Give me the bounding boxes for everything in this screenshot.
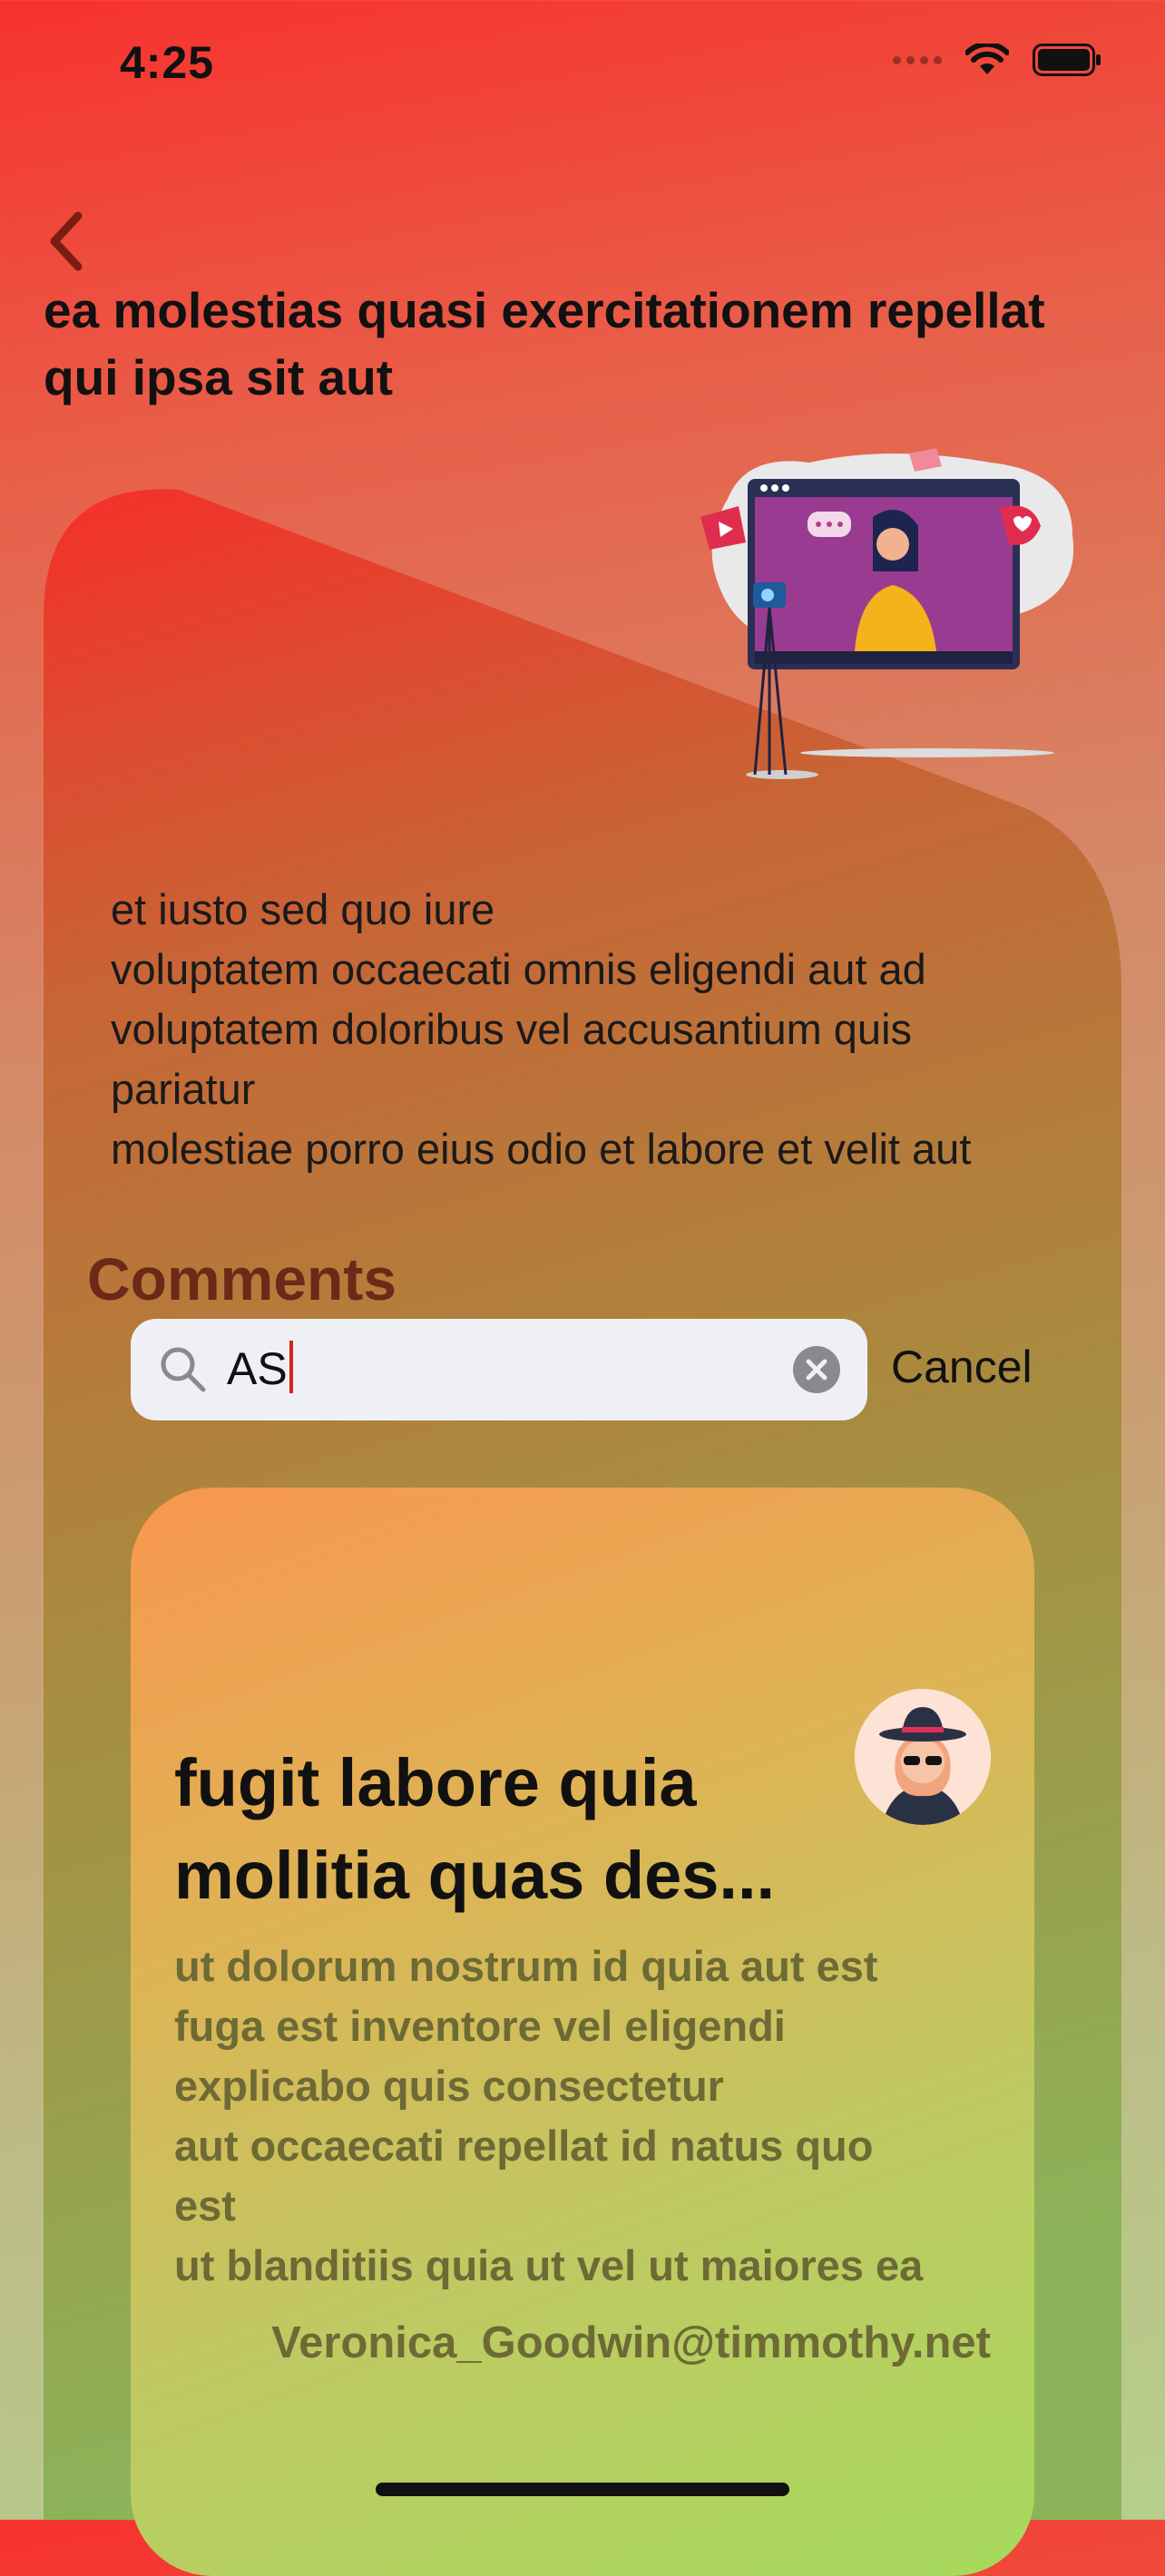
- post-title-line: ea molestias quasi exercitationem repell…: [44, 282, 1045, 338]
- comment-body-line: ut dolorum nostrum id quia aut est: [174, 1942, 878, 1990]
- cellular-signal-icon: [893, 55, 942, 64]
- comment-author-email: Veronica_Goodwin@timmothy.net: [271, 2318, 991, 2367]
- description-line: voluptatem occaecati omnis eligendi aut …: [111, 945, 926, 993]
- user-avatar-icon: [855, 1689, 991, 1825]
- back-button[interactable]: [42, 205, 96, 278]
- description-line: et iusto sed quo iure: [111, 885, 495, 933]
- comment-title-line: mollitia quas des...: [174, 1838, 776, 1913]
- description-line: molestiae porro eius odio et labore et v…: [111, 1125, 972, 1173]
- comment-title: fugit labore quia mollitia quas des...: [174, 1737, 864, 1922]
- comment-body-line: fuga est inventore vel eligendi: [174, 2002, 786, 2050]
- search-input-value-wrapper: AS: [227, 1341, 293, 1395]
- comment-body-line: aut occaecati repellat id natus quo: [174, 2122, 874, 2170]
- comment-body-line: explicabo quis consectetur: [174, 2062, 724, 2110]
- clear-search-icon[interactable]: [793, 1346, 840, 1393]
- comment-body-line: est: [174, 2181, 236, 2230]
- wifi-icon: [965, 44, 1009, 74]
- status-time: 4:25: [120, 37, 215, 88]
- clear-x-icon: [806, 1359, 827, 1381]
- description-line: pariatur: [111, 1065, 256, 1113]
- post-title: ea molestias quasi exercitationem repell…: [44, 277, 1132, 411]
- text-caret: [289, 1341, 293, 1393]
- comment-title-line: fugit labore quia: [174, 1745, 697, 1820]
- comment-body: ut dolorum nostrum id quia aut est fuga …: [174, 1937, 991, 2296]
- chevron-left-icon: [50, 211, 83, 271]
- post-description: et iusto sed quo iure voluptatem occaeca…: [111, 880, 1109, 1179]
- avatar: [855, 1689, 991, 1825]
- video-creator-illustration: [700, 448, 1074, 779]
- status-icons: [893, 44, 1101, 76]
- post-title-line: qui ipsa sit aut: [44, 349, 394, 405]
- description-line: voluptatem doloribus vel accusantium qui…: [111, 1005, 913, 1053]
- comment-search-input[interactable]: AS: [131, 1319, 867, 1420]
- comments-heading: Comments: [87, 1245, 397, 1312]
- cancel-search-button[interactable]: Cancel: [891, 1341, 1033, 1393]
- home-indicator[interactable]: [376, 2483, 789, 2496]
- comment-body-line: ut blanditiis quia ut vel ut maiores ea: [174, 2241, 924, 2289]
- search-input-value: AS: [227, 1343, 288, 1394]
- battery-icon: [1033, 44, 1101, 76]
- search-icon: [161, 1347, 206, 1392]
